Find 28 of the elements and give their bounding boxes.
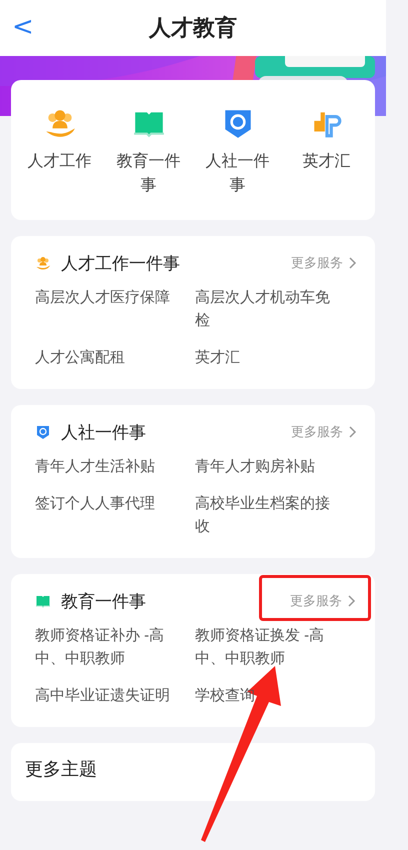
quick-link[interactable]: 人才工作	[26, 150, 94, 174]
quick-link[interactable]: 英才汇	[292, 150, 360, 174]
service-item[interactable]: 高层次人才机动车免检	[195, 286, 330, 332]
service-item[interactable]: 青年人才购房补贴	[195, 455, 315, 478]
service-item[interactable]: 教师资格证补办 -高中、中职教师	[35, 624, 170, 670]
service-item[interactable]: 青年人才生活补贴	[35, 455, 155, 478]
chevron-right-icon	[349, 257, 357, 269]
section-title: 人才工作一件事	[61, 252, 181, 274]
service-item[interactable]: 高校毕业生档案的接收	[195, 492, 330, 538]
book-icon	[35, 593, 51, 609]
quick-link[interactable]: 教育一件事	[114, 150, 182, 198]
chevron-right-icon	[349, 426, 357, 438]
service-item[interactable]: 签订个人人事代理	[35, 492, 155, 538]
section-title: 人社一件事	[61, 422, 147, 444]
service-item[interactable]: 高层次人才医疗保障	[35, 286, 170, 332]
service-item[interactable]: 高中毕业证遗失证明	[35, 684, 170, 707]
chevron-right-icon	[348, 595, 356, 607]
service-item[interactable]: 教师资格证换发 -高中、中职教师	[195, 624, 330, 670]
people-hand-icon	[35, 255, 51, 271]
page-title: 人才教育	[149, 14, 237, 42]
section-title: 教育一件事	[61, 590, 147, 612]
service-item[interactable]: 学校查询	[195, 684, 255, 707]
quick-link[interactable]: 人社一件事	[204, 150, 272, 198]
back-button[interactable]: <	[8, 12, 38, 42]
section-title: 更多主题	[24, 758, 98, 781]
service-item[interactable]: 人才公寓配租	[35, 346, 125, 369]
service-item[interactable]: 英才汇	[195, 346, 240, 369]
shield-icon	[35, 424, 51, 440]
